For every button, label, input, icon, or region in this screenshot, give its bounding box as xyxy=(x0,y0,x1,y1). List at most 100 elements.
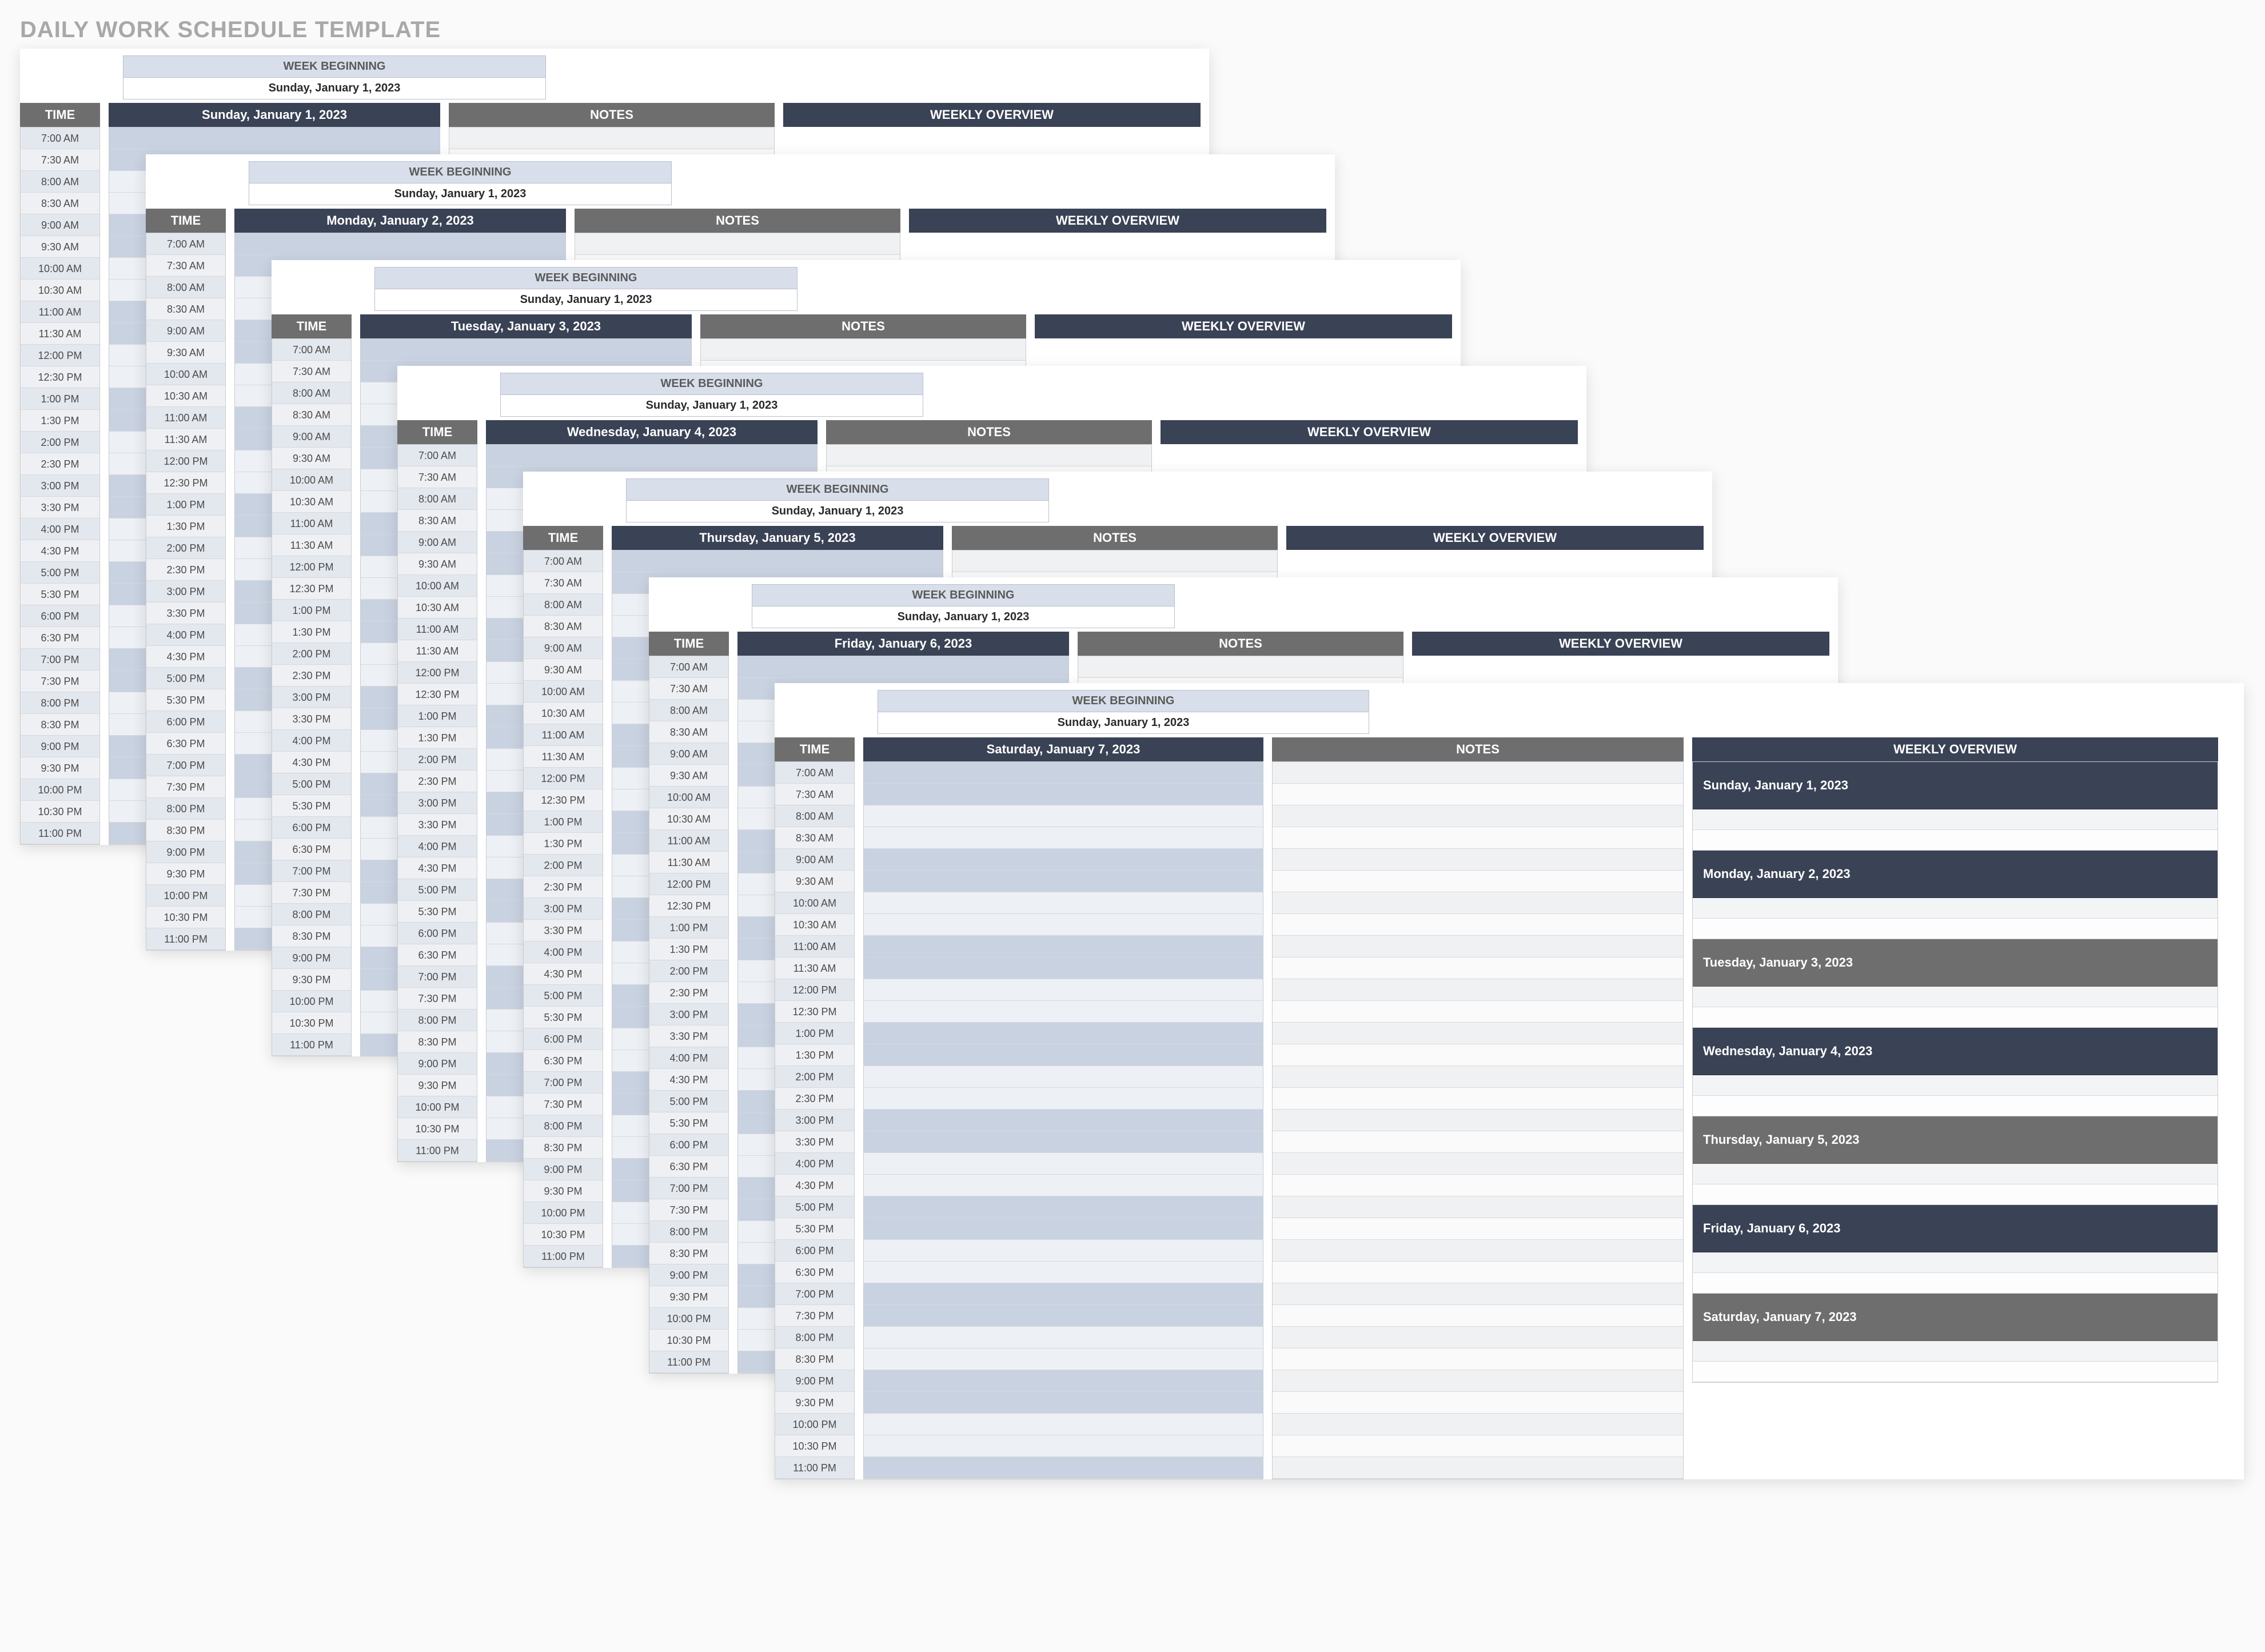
notes-cell[interactable] xyxy=(1273,784,1683,805)
overview-day-header[interactable]: Sunday, January 1, 2023 xyxy=(1693,762,2218,809)
schedule-cell[interactable] xyxy=(864,1023,1263,1044)
notes-cell[interactable] xyxy=(1273,1131,1683,1153)
schedule-cell[interactable] xyxy=(864,871,1263,892)
schedule-cell[interactable] xyxy=(738,656,1068,678)
notes-cell[interactable] xyxy=(1273,1283,1683,1305)
schedule-cell[interactable] xyxy=(864,1348,1263,1370)
overview-line[interactable] xyxy=(1693,830,2218,851)
notes-cell[interactable] xyxy=(1273,827,1683,849)
schedule-cell[interactable] xyxy=(235,233,565,255)
schedule-cell[interactable] xyxy=(864,1327,1263,1348)
schedule-cell[interactable] xyxy=(864,957,1263,979)
schedule-cell[interactable] xyxy=(864,1370,1263,1392)
schedule-cell[interactable] xyxy=(864,1044,1263,1066)
schedule-cell[interactable] xyxy=(864,1305,1263,1327)
week-beginning-value[interactable]: Sunday, January 1, 2023 xyxy=(123,78,546,99)
overview-day-header[interactable]: Monday, January 2, 2023 xyxy=(1693,851,2218,898)
overview-line[interactable] xyxy=(1693,1252,2218,1273)
notes-cell[interactable] xyxy=(1273,1414,1683,1435)
notes-cell[interactable] xyxy=(827,445,1151,466)
week-beginning-value[interactable]: Sunday, January 1, 2023 xyxy=(878,712,1369,734)
notes-cell[interactable] xyxy=(1273,762,1683,784)
week-beginning-value[interactable]: Sunday, January 1, 2023 xyxy=(626,501,1049,522)
notes-cell[interactable] xyxy=(1273,1175,1683,1196)
schedule-cell[interactable] xyxy=(864,1414,1263,1435)
overview-line[interactable] xyxy=(1693,1273,2218,1294)
schedule-cell[interactable] xyxy=(612,550,943,572)
schedule-cell[interactable] xyxy=(864,979,1263,1001)
notes-cell[interactable] xyxy=(1273,1327,1683,1348)
notes-cell[interactable] xyxy=(1273,1153,1683,1175)
schedule-cell[interactable] xyxy=(864,892,1263,914)
schedule-cell[interactable] xyxy=(864,762,1263,784)
overview-day-header[interactable]: Tuesday, January 3, 2023 xyxy=(1693,939,2218,987)
schedule-cell[interactable] xyxy=(864,1262,1263,1283)
notes-cell[interactable] xyxy=(1273,957,1683,979)
notes-cell[interactable] xyxy=(1273,871,1683,892)
notes-cell[interactable] xyxy=(1273,1240,1683,1262)
notes-cell[interactable] xyxy=(1273,979,1683,1001)
overview-line[interactable] xyxy=(1693,987,2218,1007)
schedule-cell[interactable] xyxy=(864,784,1263,805)
notes-cell[interactable] xyxy=(1273,1262,1683,1283)
notes-cell[interactable] xyxy=(1273,1088,1683,1110)
overview-day-header[interactable]: Wednesday, January 4, 2023 xyxy=(1693,1028,2218,1075)
week-beginning-value[interactable]: Sunday, January 1, 2023 xyxy=(752,606,1175,628)
overview-line[interactable] xyxy=(1693,1096,2218,1116)
overview-day-header[interactable]: Friday, January 6, 2023 xyxy=(1693,1205,2218,1252)
notes-cell[interactable] xyxy=(1273,936,1683,957)
notes-cell[interactable] xyxy=(1273,1196,1683,1218)
schedule-cell[interactable] xyxy=(109,127,440,149)
notes-cell[interactable] xyxy=(1273,805,1683,827)
schedule-cell[interactable] xyxy=(864,1001,1263,1023)
overview-line[interactable] xyxy=(1693,809,2218,830)
overview-line[interactable] xyxy=(1693,1007,2218,1028)
notes-cell[interactable] xyxy=(1273,1457,1683,1479)
notes-cell[interactable] xyxy=(1273,1023,1683,1044)
notes-cell[interactable] xyxy=(449,127,774,149)
schedule-cell[interactable] xyxy=(864,1066,1263,1088)
schedule-cell[interactable] xyxy=(864,1392,1263,1414)
notes-cell[interactable] xyxy=(701,339,1026,361)
schedule-cell[interactable] xyxy=(864,1218,1263,1240)
schedule-cell[interactable] xyxy=(864,805,1263,827)
schedule-cell[interactable] xyxy=(864,1153,1263,1175)
notes-cell[interactable] xyxy=(1273,1305,1683,1327)
notes-cell[interactable] xyxy=(1273,1392,1683,1414)
overview-line[interactable] xyxy=(1693,1075,2218,1096)
notes-cell[interactable] xyxy=(1273,1044,1683,1066)
notes-cell[interactable] xyxy=(1273,1370,1683,1392)
notes-cell[interactable] xyxy=(1273,1218,1683,1240)
schedule-cell[interactable] xyxy=(864,1175,1263,1196)
notes-cell[interactable] xyxy=(1273,1110,1683,1131)
notes-cell[interactable] xyxy=(1273,1001,1683,1023)
schedule-cell[interactable] xyxy=(864,1240,1263,1262)
week-beginning-value[interactable]: Sunday, January 1, 2023 xyxy=(374,289,797,311)
week-beginning-value[interactable]: Sunday, January 1, 2023 xyxy=(249,183,672,205)
schedule-cell[interactable] xyxy=(864,1088,1263,1110)
notes-cell[interactable] xyxy=(1273,1066,1683,1088)
schedule-cell[interactable] xyxy=(864,1131,1263,1153)
schedule-cell[interactable] xyxy=(864,1457,1263,1479)
schedule-cell[interactable] xyxy=(864,1110,1263,1131)
overview-line[interactable] xyxy=(1693,898,2218,919)
overview-day-header[interactable]: Thursday, January 5, 2023 xyxy=(1693,1116,2218,1164)
overview-day-header[interactable]: Saturday, January 7, 2023 xyxy=(1693,1294,2218,1341)
schedule-cell[interactable] xyxy=(864,827,1263,849)
notes-cell[interactable] xyxy=(1273,1348,1683,1370)
schedule-cell[interactable] xyxy=(361,339,691,361)
schedule-cell[interactable] xyxy=(864,1283,1263,1305)
notes-cell[interactable] xyxy=(575,233,900,255)
schedule-cell[interactable] xyxy=(864,936,1263,957)
notes-cell[interactable] xyxy=(952,550,1277,572)
notes-cell[interactable] xyxy=(1273,892,1683,914)
notes-cell[interactable] xyxy=(1273,914,1683,936)
overview-line[interactable] xyxy=(1693,1362,2218,1382)
week-beginning-value[interactable]: Sunday, January 1, 2023 xyxy=(500,395,923,417)
overview-line[interactable] xyxy=(1693,1164,2218,1184)
schedule-cell[interactable] xyxy=(864,1196,1263,1218)
overview-line[interactable] xyxy=(1693,1341,2218,1362)
schedule-cell[interactable] xyxy=(864,914,1263,936)
schedule-cell[interactable] xyxy=(864,1435,1263,1457)
notes-cell[interactable] xyxy=(1273,849,1683,871)
